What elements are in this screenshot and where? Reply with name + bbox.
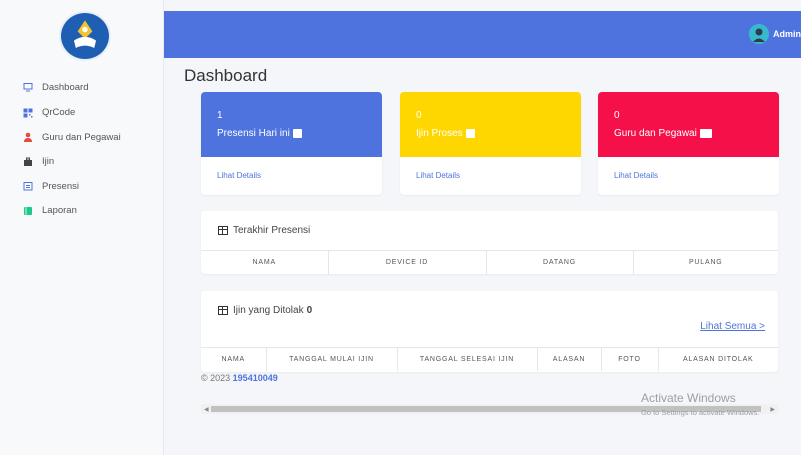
card-ijin-proses: 0 Ijin Proses Lihat Details: [400, 92, 581, 195]
user-menu[interactable]: Admin: [749, 24, 801, 44]
column-header[interactable]: NAMA: [201, 347, 267, 371]
sidebar-item-ijin[interactable]: Ijin: [0, 150, 164, 174]
card-label-row: Ijin Proses: [416, 128, 565, 139]
card-guru-pegawai: 0 Guru dan Pegawai Lihat Details: [598, 92, 779, 195]
rejected-count: 0: [306, 305, 313, 316]
avatar-icon: [749, 24, 769, 44]
details-link[interactable]: Lihat Details: [400, 157, 581, 194]
sidebar-item-label: Guru dan Pegawai: [42, 131, 121, 143]
qrcode-icon: [23, 108, 33, 118]
logo: [59, 11, 111, 61]
sidebar-item-label: Ijin: [42, 156, 55, 167]
card-value: 0: [416, 110, 422, 121]
panel-title-text: Ijin yang Ditolak: [233, 305, 304, 316]
sidebar-item-label: QrCode: [42, 107, 76, 118]
column-header[interactable]: TANGGAL MULAI IJIN: [266, 347, 398, 371]
column-header[interactable]: ALASAN DITOLAK: [658, 347, 778, 371]
scroll-right-icon[interactable]: ▶: [770, 406, 775, 413]
table-icon: [218, 306, 228, 315]
card-header: 1 Presensi Hari ini: [201, 92, 382, 157]
table-icon: [218, 226, 228, 235]
column-header[interactable]: TANGGAL SELESAI IJIN: [397, 347, 538, 371]
ijin-table: NAMA TANGGAL MULAI IJIN TANGGAL SELESAI …: [201, 347, 778, 371]
watermark-subtitle: Go to Settings to activate Windows.: [641, 408, 760, 417]
presensi-table: NAMA DEVICE ID DATANG PULANG: [201, 250, 778, 274]
details-link[interactable]: Lihat Details: [598, 157, 779, 194]
book-icon: [23, 206, 33, 216]
user-name: Admin: [773, 29, 801, 39]
footer-copyright: © 2023: [201, 373, 231, 383]
column-header[interactable]: NAMA: [201, 250, 329, 274]
briefcase-icon: [465, 129, 475, 138]
presensi-panel: Terakhir Presensi NAMA DEVICE ID DATANG …: [201, 211, 778, 274]
panel-title: Ijin yang Ditolak 0: [218, 305, 312, 316]
activation-watermark: Activate Windows Go to Settings to activ…: [641, 391, 759, 417]
ijin-ditolak-panel: Ijin yang Ditolak 0 Lihat Semua > NAMA T…: [201, 291, 778, 372]
column-header[interactable]: FOTO: [601, 347, 659, 371]
card-value: 1: [217, 110, 223, 121]
briefcase-icon: [23, 157, 33, 167]
sidebar-item-label: Presensi: [42, 180, 79, 192]
sidebar-item-label: Laporan: [42, 205, 77, 216]
watermark-title: Activate Windows: [641, 391, 736, 405]
sidebar-item-guru-dan-pegawai[interactable]: Guru dan Pegawai: [0, 125, 164, 149]
sidebar: Dashboard QrCode Guru dan Pegawai Ijin P…: [0, 0, 164, 455]
card-presensi: 1 Presensi Hari ini Lihat Details: [201, 92, 382, 195]
calendar-icon: [23, 181, 33, 191]
card-label-row: Presensi Hari ini: [217, 128, 366, 139]
card-label: Presensi Hari ini: [217, 128, 290, 139]
footer: © 2023 195410049: [201, 373, 278, 383]
card-header: 0 Guru dan Pegawai: [598, 92, 779, 157]
table-header-row: NAMA TANGGAL MULAI IJIN TANGGAL SELESAI …: [201, 347, 778, 371]
footer-id: 195410049: [232, 373, 278, 383]
topbar: Admin: [164, 11, 801, 58]
sidebar-nav: Dashboard QrCode Guru dan Pegawai Ijin P…: [0, 74, 164, 223]
sidebar-item-qrcode[interactable]: QrCode: [0, 101, 164, 125]
details-link[interactable]: Lihat Details: [201, 157, 382, 194]
card-header: 0 Ijin Proses: [400, 92, 581, 157]
column-header[interactable]: ALASAN: [537, 347, 602, 371]
table-header-row: NAMA DEVICE ID DATANG PULANG: [201, 250, 778, 274]
panel-title: Terakhir Presensi: [218, 225, 310, 236]
column-header[interactable]: DATANG: [486, 250, 634, 274]
card-label: Guru dan Pegawai: [614, 128, 697, 139]
page-title: Dashboard: [184, 66, 268, 85]
monitor-icon: [23, 82, 33, 92]
users-icon: [699, 129, 712, 138]
see-all-link[interactable]: Lihat Semua >: [700, 321, 765, 332]
card-value: 0: [614, 110, 620, 121]
column-header[interactable]: DEVICE ID: [328, 250, 487, 274]
sidebar-item-presensi[interactable]: Presensi: [0, 174, 164, 198]
column-header[interactable]: PULANG: [633, 250, 778, 274]
panel-title-text: Terakhir Presensi: [233, 225, 311, 236]
scroll-left-icon[interactable]: ◀: [204, 406, 209, 413]
card-label: Ijin Proses: [416, 128, 463, 139]
sidebar-item-label: Dashboard: [42, 81, 89, 93]
sidebar-item-laporan[interactable]: Laporan: [0, 199, 164, 223]
user-icon: [23, 132, 33, 142]
card-label-row: Guru dan Pegawai: [614, 128, 763, 139]
sidebar-item-dashboard[interactable]: Dashboard: [0, 74, 164, 100]
calendar-check-icon: [292, 129, 302, 138]
